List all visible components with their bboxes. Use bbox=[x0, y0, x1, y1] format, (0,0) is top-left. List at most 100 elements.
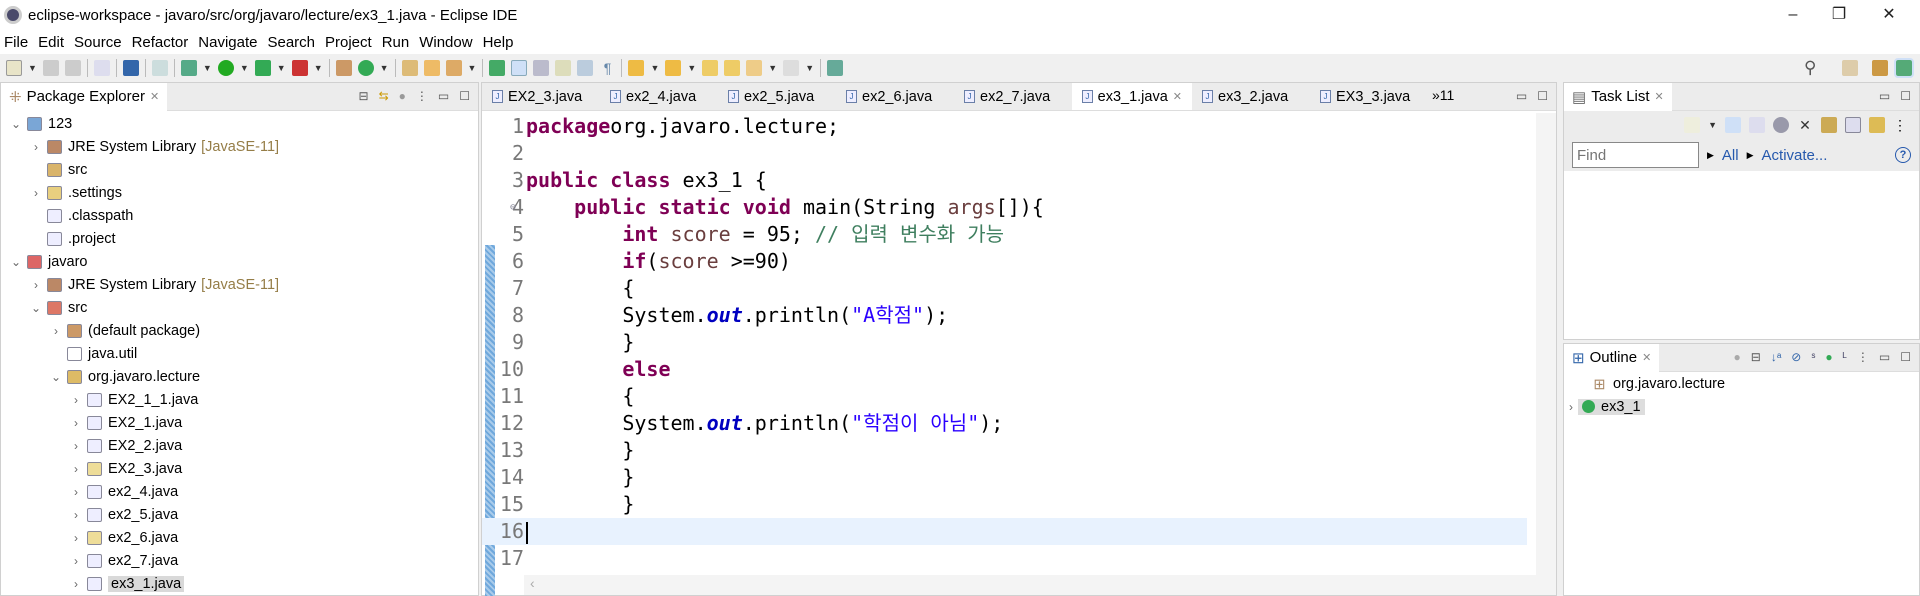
chevron-down-icon[interactable]: ⌄ bbox=[9, 117, 23, 131]
horizontal-scrollbar[interactable]: ‹ bbox=[524, 575, 1537, 595]
java-ee-perspective-icon[interactable] bbox=[1872, 60, 1888, 76]
close-icon[interactable]: ✕ bbox=[1642, 351, 1651, 364]
close-icon[interactable]: ✕ bbox=[150, 90, 159, 103]
team-icon[interactable] bbox=[1821, 117, 1837, 133]
tree-item[interactable]: › .settings bbox=[1, 181, 478, 204]
tree-item[interactable]: › ex3_1.java bbox=[1, 572, 478, 595]
hide-local-types-icon[interactable]: ᴸ bbox=[1843, 350, 1847, 364]
new-java-package-icon[interactable] bbox=[335, 60, 352, 76]
all-link[interactable]: All bbox=[1722, 147, 1739, 164]
help-icon[interactable]: ? bbox=[1895, 147, 1911, 163]
minimize-view-icon[interactable]: ▭ bbox=[1879, 89, 1890, 103]
tab-ex3_1-java[interactable]: Jex3_1.java ✕ bbox=[1072, 83, 1192, 110]
next-annotation-icon[interactable] bbox=[628, 60, 645, 76]
maximize-view-icon[interactable]: ☐ bbox=[459, 89, 470, 103]
tab-package-explorer[interactable]: ⁜ Package Explorer ✕ bbox=[1, 82, 168, 111]
menu-navigate[interactable]: Navigate bbox=[198, 34, 257, 51]
tree-item[interactable]: › ex2_4.java bbox=[1, 480, 478, 503]
dropdown-icon[interactable]: ▼ bbox=[1708, 120, 1717, 130]
open-perspective-icon[interactable] bbox=[1842, 60, 1858, 76]
tab-outline[interactable]: ⊞ Outline ✕ bbox=[1564, 343, 1660, 372]
tree-item[interactable]: › ex2_7.java bbox=[1, 549, 478, 572]
forward-edit-icon[interactable] bbox=[724, 60, 741, 76]
collapse-all-icon[interactable] bbox=[1845, 117, 1861, 133]
previous-annotation-icon[interactable] bbox=[665, 60, 682, 76]
maximize-view-icon[interactable]: ☐ bbox=[1900, 89, 1911, 103]
focus-icon[interactable] bbox=[1773, 117, 1789, 133]
tree-item[interactable]: › (default package) bbox=[1, 319, 478, 342]
chevron-right-icon[interactable]: › bbox=[69, 485, 83, 499]
new-task-icon[interactable] bbox=[1684, 117, 1701, 133]
activate-link[interactable]: Activate... bbox=[1762, 147, 1828, 164]
hide-fields-icon[interactable]: ⊘ bbox=[1791, 350, 1801, 364]
new-java-class-icon[interactable] bbox=[357, 60, 374, 76]
dropdown-icon[interactable]: ▼ bbox=[380, 63, 389, 73]
back-icon[interactable] bbox=[746, 60, 763, 76]
dropdown-icon[interactable]: ▼ bbox=[203, 63, 212, 73]
minimize-view-icon[interactable]: ▭ bbox=[1516, 89, 1527, 103]
tab-ex3_2-java[interactable]: Jex3_2.java bbox=[1192, 83, 1310, 110]
dropdown-icon[interactable]: ▼ bbox=[28, 63, 37, 73]
close-icon[interactable]: ✕ bbox=[1173, 90, 1182, 103]
maximize-view-icon[interactable]: ☐ bbox=[1900, 350, 1911, 364]
collapse-all-icon[interactable]: ⊟ bbox=[359, 89, 369, 103]
more-tabs-button[interactable]: »11 bbox=[1432, 87, 1454, 103]
mark-occurrences-icon[interactable] bbox=[511, 60, 528, 76]
chevron-right-icon[interactable]: › bbox=[69, 531, 83, 545]
dropdown-icon[interactable]: ▼ bbox=[768, 63, 777, 73]
tree-item[interactable]: ⌄ javaro bbox=[1, 250, 478, 273]
focus-icon[interactable]: ● bbox=[1734, 350, 1741, 364]
menu-refactor[interactable]: Refactor bbox=[132, 34, 189, 51]
tree-item[interactable]: › EX2_1.java bbox=[1, 411, 478, 434]
tab-ex3_3-java[interactable]: J EX3_3.java bbox=[1310, 83, 1428, 110]
menu-help[interactable]: Help bbox=[483, 34, 514, 51]
tree-item[interactable]: › EX2_3.java bbox=[1, 457, 478, 480]
link-with-editor-icon[interactable]: ⇆ bbox=[379, 89, 389, 103]
close-button[interactable]: ✕ bbox=[1866, 0, 1912, 30]
search-tool-icon[interactable] bbox=[445, 60, 462, 76]
chevron-right-icon[interactable]: › bbox=[69, 439, 83, 453]
terminal-icon[interactable] bbox=[122, 60, 139, 76]
synchronize-icon[interactable] bbox=[1869, 117, 1885, 133]
outline-item[interactable]: › ex3_1 bbox=[1564, 395, 1919, 418]
filter-icon[interactable]: ● bbox=[399, 89, 406, 103]
hide-completed-icon[interactable]: ✕ bbox=[1797, 117, 1813, 133]
tree-item[interactable]: src bbox=[1, 158, 478, 181]
code-editor[interactable]: 1 packageorg.javaro.lecture; 2 3 public clas… bbox=[482, 113, 1527, 572]
forward-icon[interactable] bbox=[783, 60, 800, 76]
fold-icon[interactable]: ⊖ bbox=[510, 194, 516, 221]
pilcrow-icon[interactable]: ¶ bbox=[599, 60, 615, 76]
tree-item[interactable]: › EX2_2.java bbox=[1, 434, 478, 457]
chevron-right-icon[interactable]: › bbox=[69, 416, 83, 430]
tab-task-list[interactable]: ▤ Task List ✕ bbox=[1564, 82, 1672, 111]
minimize-button[interactable]: – bbox=[1770, 0, 1816, 30]
tree-item[interactable]: › EX2_1_1.java bbox=[1, 388, 478, 411]
dropdown-icon[interactable]: ▼ bbox=[468, 63, 477, 73]
new-icon[interactable] bbox=[6, 60, 22, 76]
tree-item[interactable]: › JRE System Library [JavaSE-11] bbox=[1, 273, 478, 296]
maximize-view-icon[interactable]: ☐ bbox=[1537, 89, 1548, 103]
tree-item[interactable]: .classpath bbox=[1, 204, 478, 227]
open-folder-icon[interactable] bbox=[423, 60, 440, 76]
dropdown-icon[interactable]: ▼ bbox=[687, 63, 696, 73]
open-type-icon[interactable] bbox=[401, 60, 418, 76]
view-menu-icon[interactable]: ⋮ bbox=[416, 89, 428, 103]
run-icon[interactable] bbox=[217, 60, 234, 76]
word-wrap-icon[interactable] bbox=[555, 60, 572, 76]
tab-ex2_3-java[interactable]: J EX2_3.java bbox=[482, 83, 600, 110]
dropdown-icon[interactable]: ▼ bbox=[805, 63, 814, 73]
chevron-down-icon[interactable]: ⌄ bbox=[49, 370, 63, 384]
chevron-right-icon[interactable]: › bbox=[29, 140, 43, 154]
tab-ex2_4-java[interactable]: Jex2_4.java bbox=[600, 83, 718, 110]
binary-icon[interactable] bbox=[93, 60, 110, 76]
last-edit-icon[interactable] bbox=[702, 60, 719, 76]
expand-icon[interactable]: › bbox=[1564, 400, 1578, 414]
chevron-right-icon[interactable]: › bbox=[69, 508, 83, 522]
menu-edit[interactable]: Edit bbox=[38, 34, 64, 51]
tree-item[interactable]: › JRE System Library [JavaSE-11] bbox=[1, 135, 478, 158]
hide-static-icon[interactable]: ˢ bbox=[1811, 350, 1815, 364]
tab-ex2_7-java[interactable]: Jex2_7.java bbox=[954, 83, 1072, 110]
skip-breakpoints-icon[interactable] bbox=[151, 60, 168, 76]
chevron-down-icon[interactable]: ⌄ bbox=[9, 255, 23, 269]
task-find-input[interactable] bbox=[1572, 142, 1699, 168]
